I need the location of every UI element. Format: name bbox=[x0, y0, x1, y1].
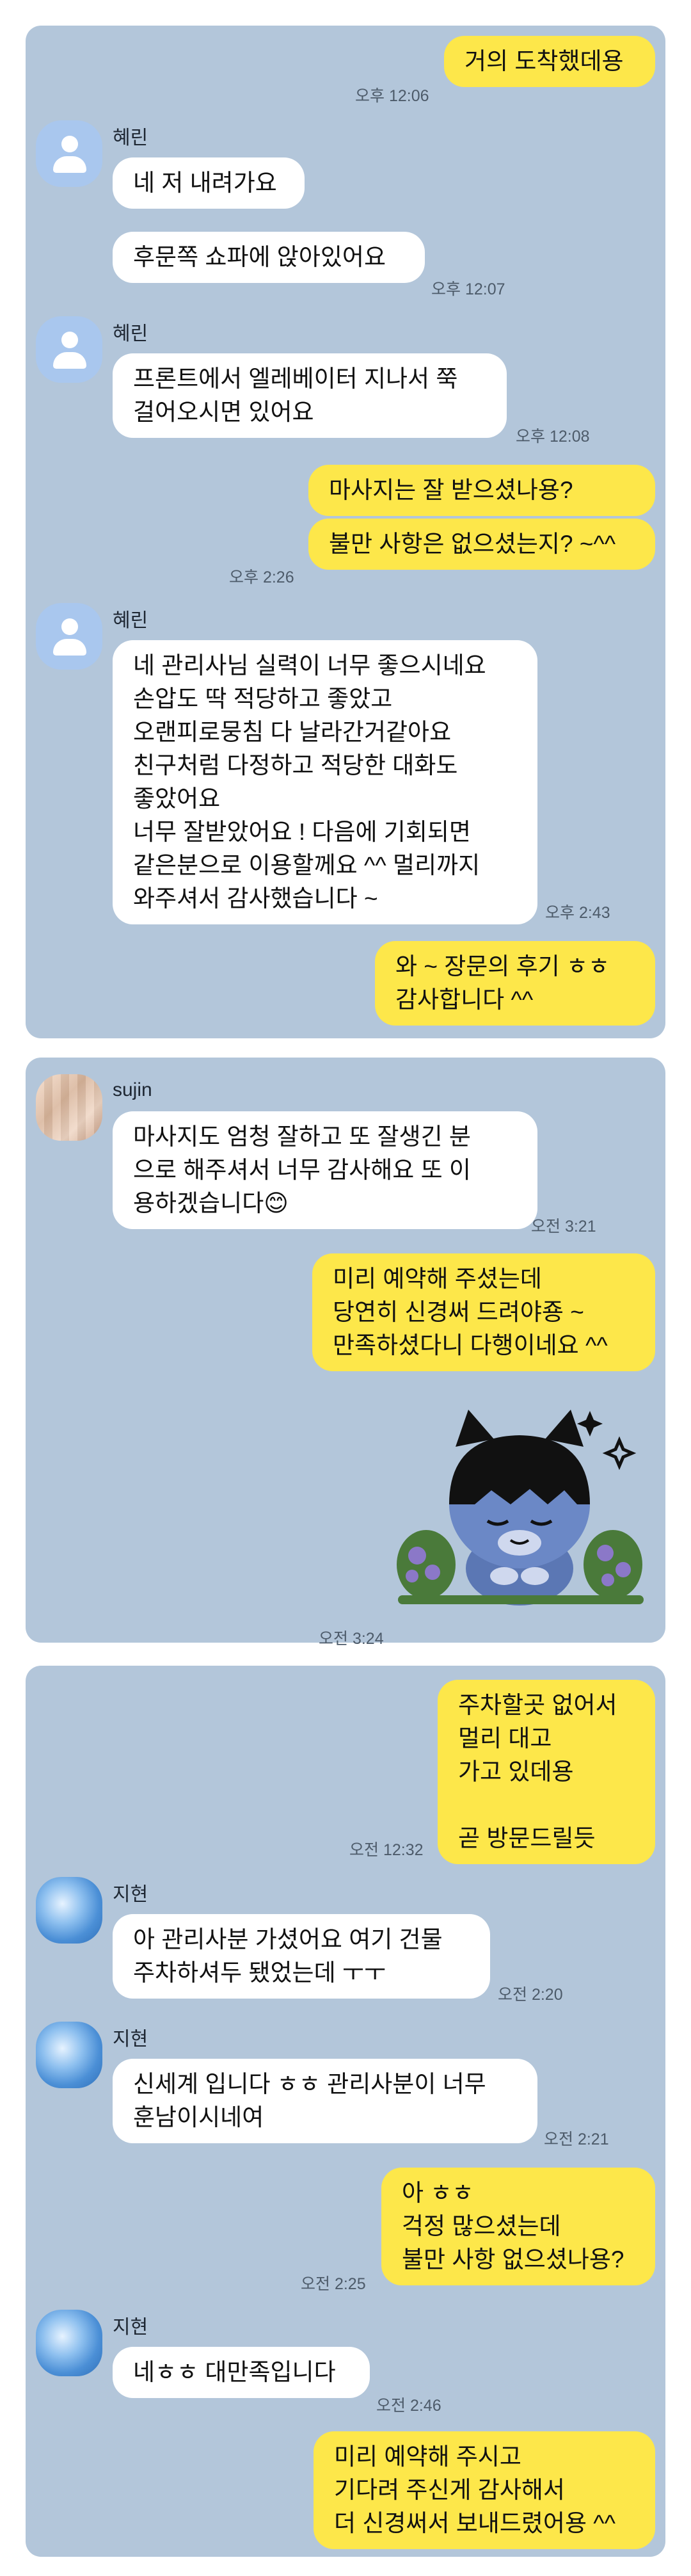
message-time: 오후 12:08 bbox=[516, 428, 590, 446]
my-message-bubble: 아 ㅎㅎ 걱정 많으셨는데 불만 사항 없으셨나용? bbox=[381, 2168, 655, 2285]
chat-panel-2: sujin 마사지도 엄청 잘하고 또 잘생긴 분 으로 해주셔서 너무 감사해… bbox=[26, 1058, 665, 1648]
avatar[interactable] bbox=[36, 1877, 102, 1944]
avatar[interactable] bbox=[36, 316, 102, 383]
message-time: 오전 3:24 bbox=[319, 1630, 384, 1648]
their-message-bubble: 아 관리사분 가셨어요 여기 건물 주차하셔두 됐었는데 ㅜㅜ bbox=[113, 1914, 490, 1999]
person-icon bbox=[61, 618, 78, 635]
my-message-bubble: 와 ~ 장문의 후기 ㅎㅎ 감사합니다 ^^ bbox=[375, 941, 655, 1026]
message-time: 오전 2:21 bbox=[544, 2130, 609, 2148]
my-message-bubble: 미리 예약해 주시고 기다려 주신게 감사해서 더 신경써서 보내드렸어용 ^^ bbox=[314, 2431, 655, 2549]
their-message-bubble: 프론트에서 엘레베이터 지나서 쭉 걸어오시면 있어요 bbox=[113, 353, 507, 438]
sender-name: 지현 bbox=[113, 2029, 148, 2050]
sender-name: 혜린 bbox=[113, 127, 148, 149]
avatar[interactable] bbox=[36, 2310, 102, 2376]
their-message-bubble: 마사지도 엄청 잘하고 또 잘생긴 분 으로 해주셔서 너무 감사해요 또 이 … bbox=[113, 1111, 537, 1229]
message-time: 오후 2:26 bbox=[229, 568, 294, 586]
sender-name: sujin bbox=[113, 1079, 152, 1100]
sender-name: 혜린 bbox=[113, 610, 148, 631]
message-time: 오전 2:20 bbox=[498, 1986, 563, 2004]
message-time: 오후 12:07 bbox=[431, 280, 505, 298]
avatar[interactable] bbox=[36, 2022, 102, 2088]
my-message-bubble: 불만 사항은 없으셨는지? ~^^ bbox=[308, 519, 655, 570]
sender-name: 지현 bbox=[113, 1884, 148, 1905]
avatar[interactable] bbox=[36, 120, 102, 187]
message-time: 오전 2:46 bbox=[376, 2397, 441, 2415]
avatar[interactable] bbox=[36, 603, 102, 670]
their-message-bubble: 후문쪽 쇼파에 앉아있어요 bbox=[113, 232, 425, 283]
message-time: 오전 2:25 bbox=[301, 2275, 366, 2293]
message-time: 오전 12:32 bbox=[349, 1841, 424, 1859]
person-icon bbox=[61, 332, 78, 348]
their-message-bubble: 네ㅎㅎ 대만족입니다 bbox=[113, 2347, 370, 2398]
my-message-bubble: 미리 예약해 주셨는데 당연히 신경써 드려야죵 ~ 만족하셨다니 다행이네요 … bbox=[312, 1253, 655, 1371]
message-time: 오후 12:06 bbox=[355, 87, 429, 105]
my-message-bubble: 주차할곳 없어서 멀리 대고 가고 있데용 곧 방문드릴듯 bbox=[438, 1680, 655, 1864]
sender-name: 지현 bbox=[113, 2317, 148, 2338]
chat-panel-1: 거의 도착했데용 오후 12:06 혜린 네 저 내려가요 후문쪽 쇼파에 앉아… bbox=[26, 26, 665, 1038]
person-icon bbox=[61, 136, 78, 152]
their-message-bubble: 네 저 내려가요 bbox=[113, 157, 305, 209]
their-message-bubble: 네 관리사님 실력이 너무 좋으시네요 손압도 딱 적당하고 좋았고 오랜피로뭉… bbox=[113, 640, 537, 924]
my-message-bubble: 거의 도착했데용 bbox=[444, 36, 655, 87]
message-time: 오전 3:21 bbox=[531, 1218, 596, 1236]
kakao-character-sticker bbox=[397, 1410, 644, 1606]
sender-name: 혜린 bbox=[113, 323, 148, 344]
message-time: 오후 2:43 bbox=[545, 904, 610, 922]
their-message-bubble: 신세계 입니다 ㅎㅎ 관리사분이 너무 훈남이시네여 bbox=[113, 2059, 537, 2143]
my-message-bubble: 마사지는 잘 받으셨나용? bbox=[308, 465, 655, 516]
avatar[interactable] bbox=[36, 1074, 102, 1141]
chat-panel-3: 주차할곳 없어서 멀리 대고 가고 있데용 곧 방문드릴듯 오전 12:32 지… bbox=[26, 1666, 665, 2557]
